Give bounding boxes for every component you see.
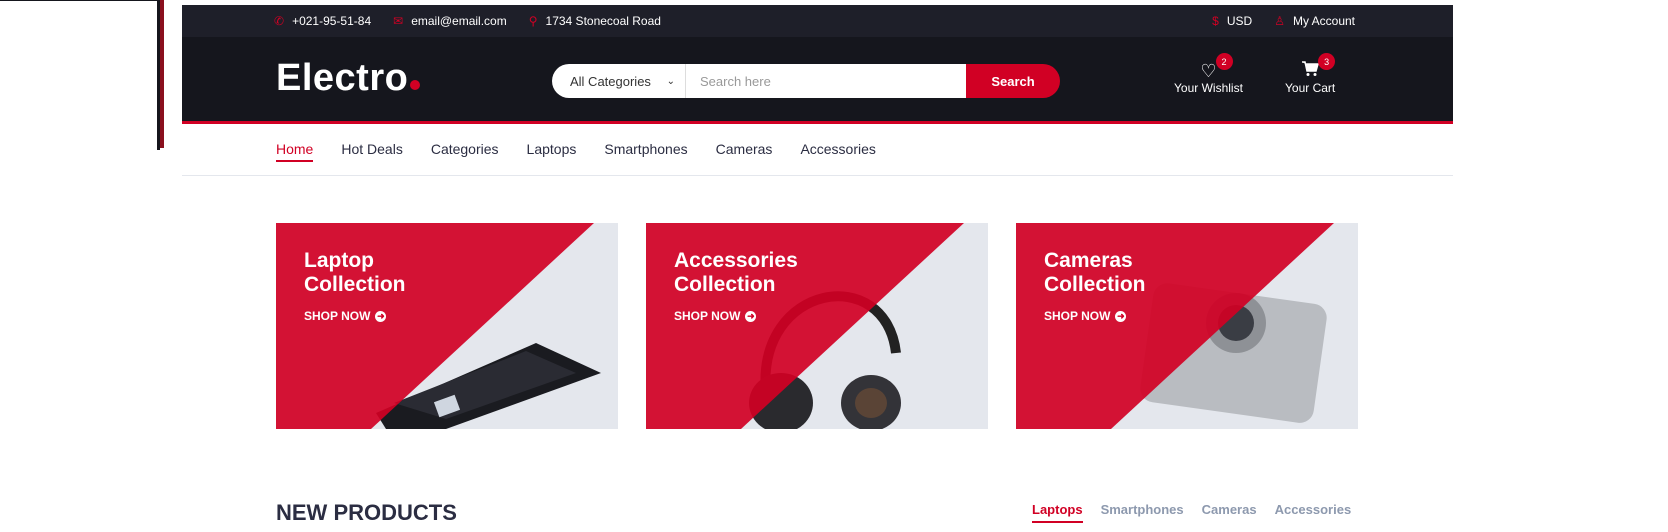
envelope-icon: ✉	[393, 14, 404, 28]
cart-count-badge: 3	[1318, 53, 1336, 70]
tab-laptops[interactable]: Laptops	[1032, 502, 1083, 523]
search-input[interactable]	[686, 64, 966, 98]
address-link[interactable]: ⚲ 1734 Stonecoal Road	[529, 14, 661, 28]
section-title: NEW PRODUCTS	[276, 500, 457, 525]
logo-text: Electro	[276, 57, 409, 99]
category-select-value: All Categories	[570, 73, 651, 89]
arrow-right-circle-icon: ➜	[375, 310, 387, 322]
arrow-right-circle-icon: ➜	[745, 310, 757, 322]
heart-icon: ♡ 2	[1200, 53, 1233, 81]
nav-laptops[interactable]: Laptops	[527, 141, 577, 159]
nav-smartphones[interactable]: Smartphones	[604, 141, 687, 159]
dollar-icon: $	[1212, 14, 1219, 28]
collection-title: Cameras Collection	[1044, 249, 1146, 296]
collection-banners: Laptop Collection SHOP NOW ➜ Accessories Co…	[276, 223, 1358, 429]
nav-categories[interactable]: Categories	[431, 141, 499, 159]
currency-link[interactable]: $ USD	[1212, 14, 1252, 28]
cart-label: Your Cart	[1285, 81, 1336, 95]
logo[interactable]: Electro	[276, 57, 421, 100]
collection-title: Accessories Collection	[674, 249, 798, 296]
collection-laptop[interactable]: Laptop Collection SHOP NOW ➜	[276, 223, 618, 429]
nav-cameras[interactable]: Cameras	[716, 141, 773, 159]
shop-now-link[interactable]: SHOP NOW ➜	[674, 309, 757, 323]
nav-home[interactable]: Home	[276, 141, 314, 162]
wishlist-count-badge: 2	[1215, 53, 1233, 70]
email-text: email@email.com	[411, 14, 507, 28]
tab-cameras[interactable]: Cameras	[1202, 502, 1257, 523]
phone-text: +021-95-51-84	[292, 14, 372, 28]
main-header: Electro All Categories ⌄ Search ♡2 Your …	[182, 37, 1453, 124]
cart-link[interactable]: 3 Your Cart	[1285, 53, 1336, 95]
background-window-frame	[0, 0, 160, 150]
currency-text: USD	[1226, 14, 1253, 28]
wishlist-link[interactable]: ♡ 2 Your Wishlist	[1174, 53, 1243, 95]
wishlist-label: Your Wishlist	[1174, 81, 1243, 95]
email-link[interactable]: ✉ email@email.com	[393, 14, 507, 28]
nav-accessories[interactable]: Accessories	[800, 141, 875, 159]
tab-accessories[interactable]: Accessories	[1275, 502, 1352, 523]
arrow-right-circle-icon: ➜	[1115, 310, 1127, 322]
top-header: ✆ +021-95-51-84 ✉ email@email.com ⚲ 1734…	[182, 5, 1453, 37]
logo-dot	[410, 80, 421, 90]
store-page: ✆ +021-95-51-84 ✉ email@email.com ⚲ 1734…	[182, 5, 1453, 532]
product-category-tabs: Laptops Smartphones Cameras Accessories	[1032, 502, 1351, 523]
search-button[interactable]: Search	[966, 64, 1060, 98]
phone-link[interactable]: ✆ +021-95-51-84	[274, 14, 371, 28]
account-link[interactable]: ♙ My Account	[1274, 14, 1355, 28]
shop-now-link[interactable]: SHOP NOW ➜	[304, 309, 387, 323]
nav-hot-deals[interactable]: Hot Deals	[341, 141, 402, 159]
map-marker-icon: ⚲	[528, 14, 538, 28]
collection-cameras[interactable]: Cameras Collection SHOP NOW ➜	[1016, 223, 1358, 429]
collection-accessories[interactable]: Accessories Collection SHOP NOW ➜	[646, 223, 988, 429]
chevron-down-icon: ⌄	[666, 75, 675, 87]
category-select[interactable]: All Categories ⌄	[552, 64, 686, 98]
background-window-edge	[160, 0, 164, 148]
collection-title: Laptop Collection	[304, 249, 406, 296]
account-text: My Account	[1292, 14, 1355, 28]
shop-now-link[interactable]: SHOP NOW ➜	[1044, 309, 1127, 323]
phone-icon: ✆	[274, 14, 285, 28]
user-icon: ♙	[1274, 14, 1285, 28]
address-text: 1734 Stonecoal Road	[545, 14, 661, 28]
tab-smartphones[interactable]: Smartphones	[1101, 502, 1184, 523]
search-form: All Categories ⌄ Search	[552, 64, 1060, 98]
main-navigation: Home Hot Deals Categories Laptops Smartp…	[182, 124, 1453, 176]
shopping-cart-icon: 3	[1301, 53, 1336, 81]
